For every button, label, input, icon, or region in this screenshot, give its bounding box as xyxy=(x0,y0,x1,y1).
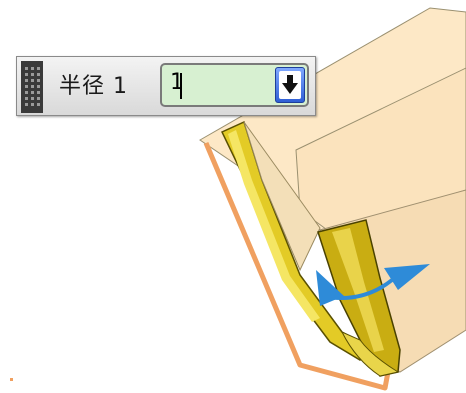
grip-handle-icon[interactable] xyxy=(21,61,43,113)
arrow-down-icon xyxy=(279,71,301,99)
vertex-marker xyxy=(10,378,13,381)
text-caret xyxy=(180,73,182,99)
radius-label: 半径 1 xyxy=(59,74,128,99)
radius-input[interactable]: 1 xyxy=(160,63,309,107)
dropdown-button[interactable] xyxy=(275,67,305,103)
dynamic-input-box: 半径 1 1 xyxy=(16,56,316,116)
